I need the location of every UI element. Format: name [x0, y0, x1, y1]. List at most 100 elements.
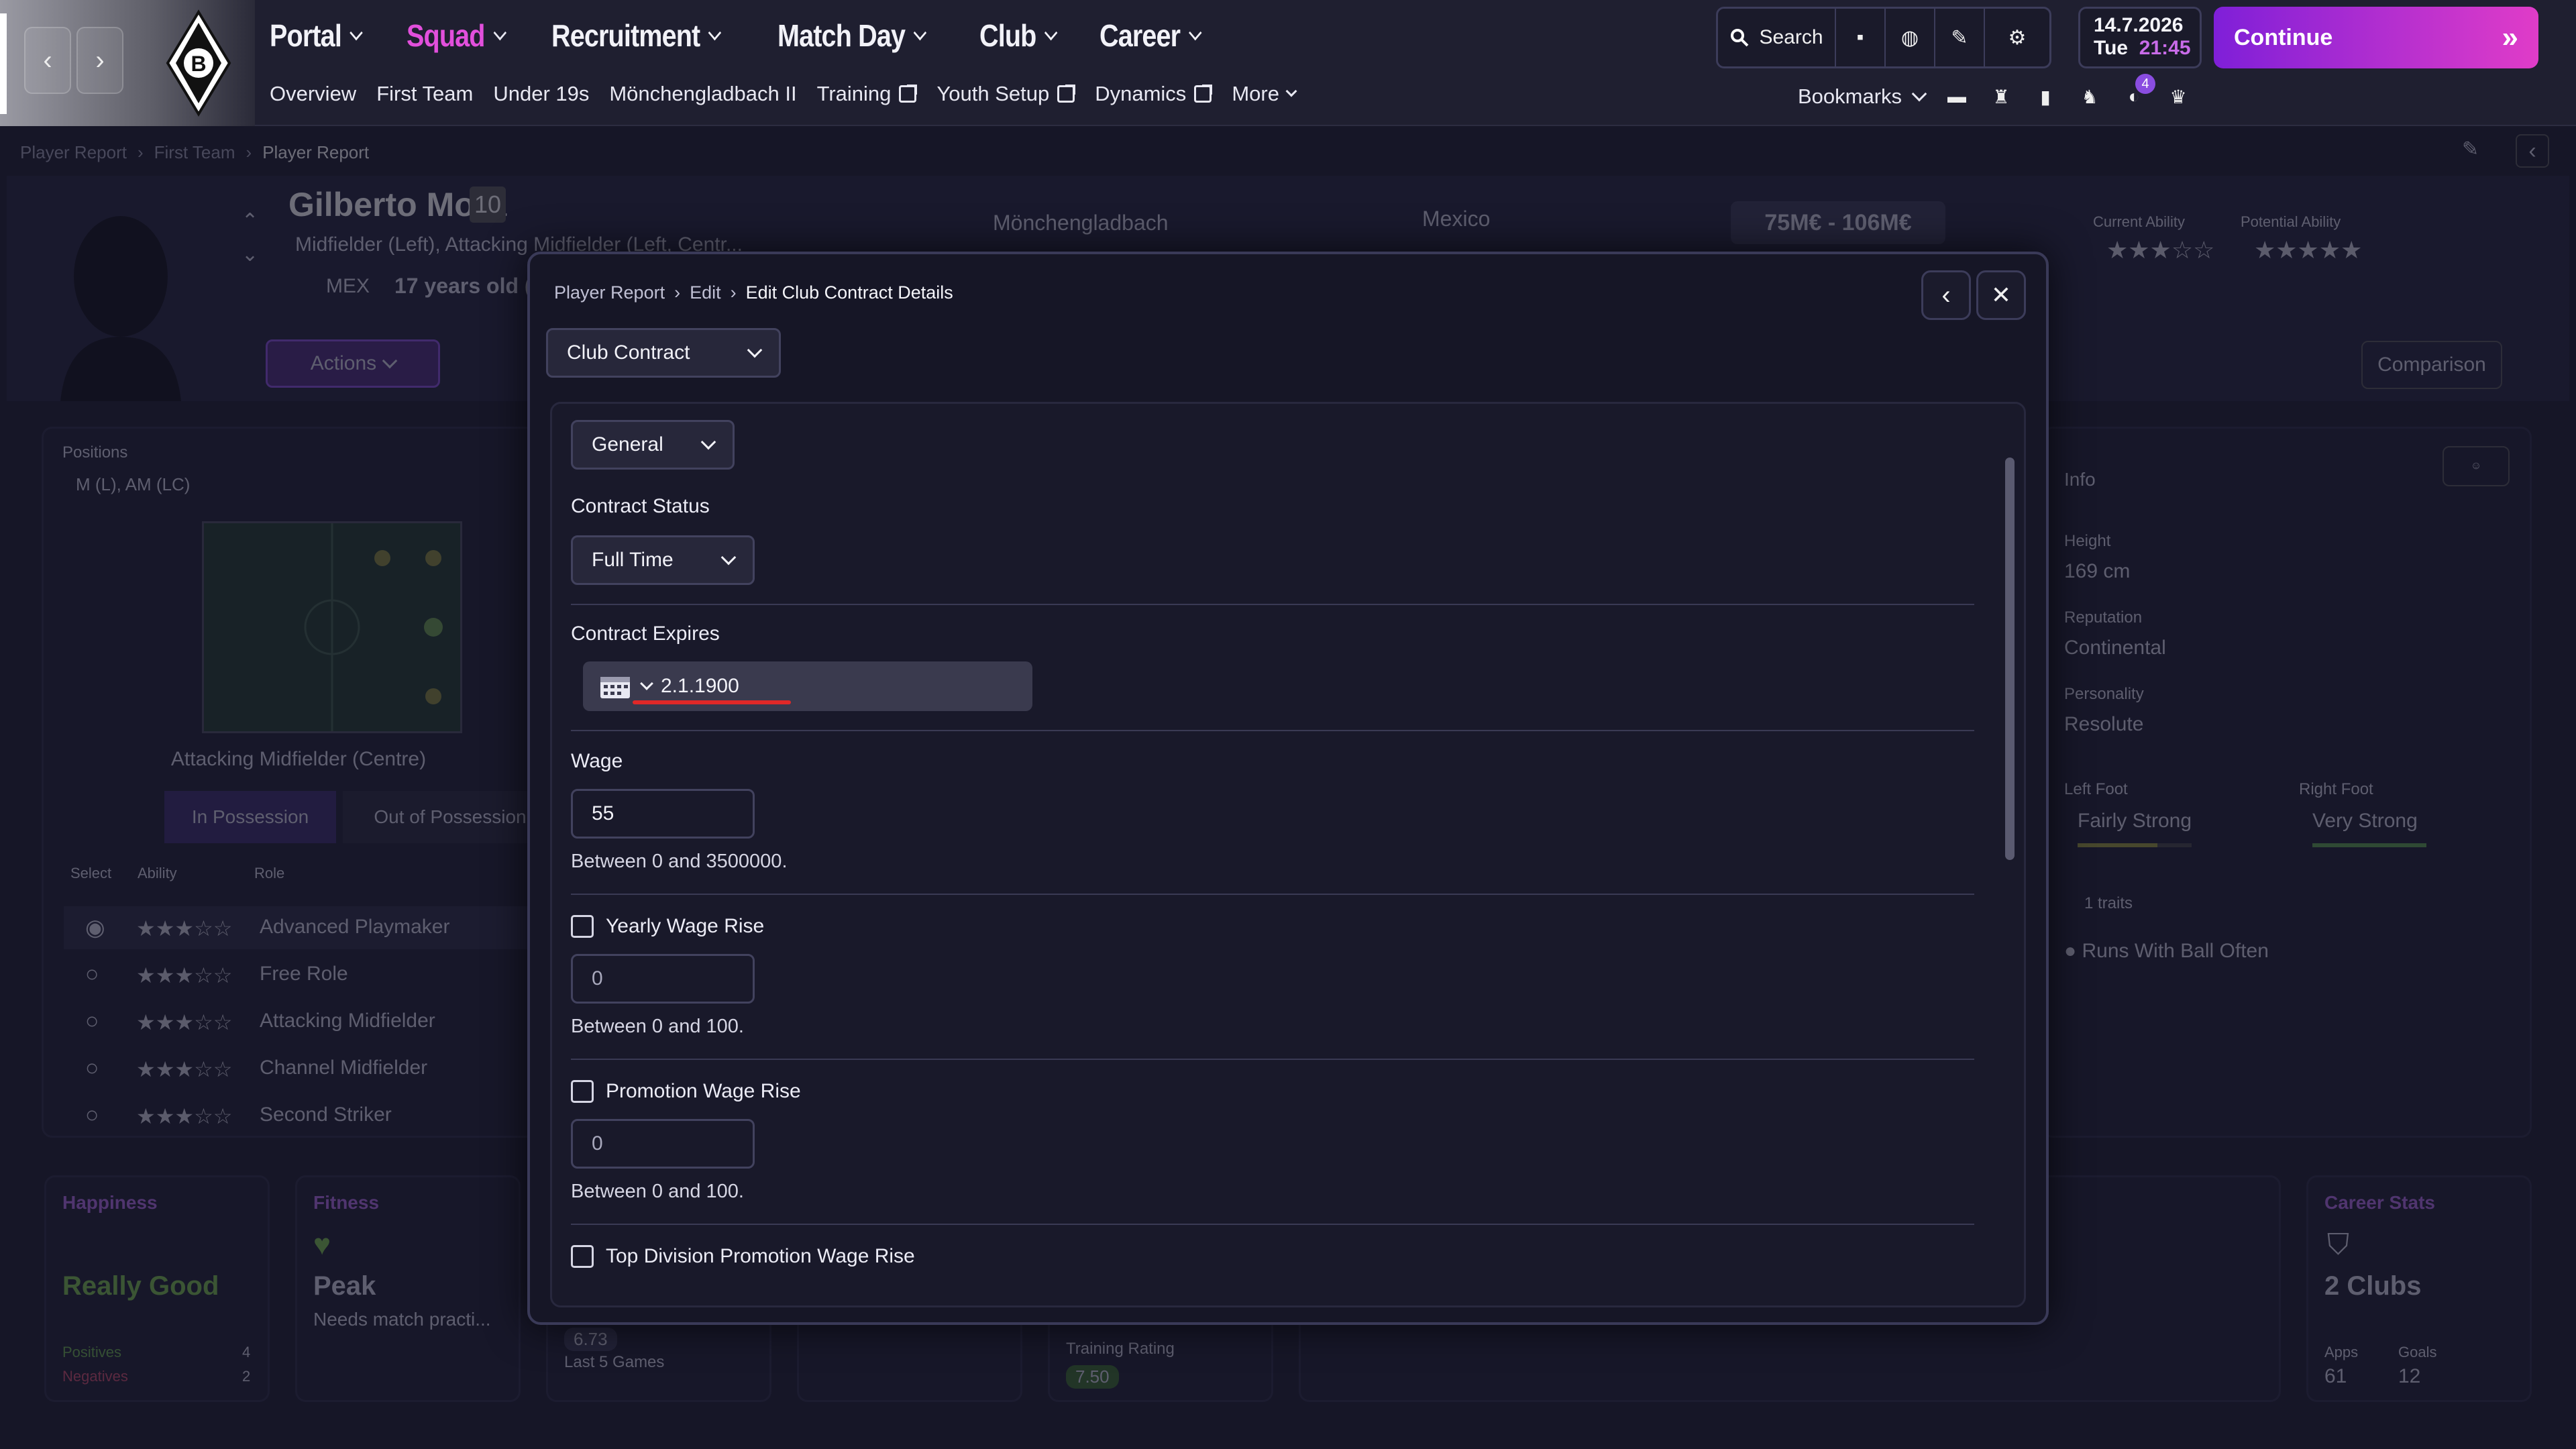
settings-button[interactable]: ⚙	[1985, 9, 2049, 66]
forward-button[interactable]: ›	[76, 27, 123, 94]
pencil-icon[interactable]: ✎	[2462, 138, 2479, 161]
submenu-first-team[interactable]: First Team	[376, 82, 473, 106]
role-stars: ★★★☆☆	[136, 1010, 233, 1034]
wage-input[interactable]: 55	[571, 789, 755, 839]
column-ability: Ability	[138, 865, 177, 881]
fitness-card[interactable]: Fitness ♥ Peak Needs match practi...	[295, 1175, 521, 1402]
breadcrumb-item[interactable]: First Team	[154, 142, 235, 163]
date-display[interactable]: 14.7.2026 Tue 21:45	[2078, 7, 2202, 68]
contract-status-select[interactable]: Full Time	[571, 535, 755, 585]
tab-in-possession[interactable]: In Possession	[164, 791, 336, 843]
top-division-wage-rise-checkbox[interactable]	[571, 1245, 594, 1268]
back-button[interactable]: ‹	[24, 27, 71, 94]
dialog-close-button[interactable]: ✕	[1976, 270, 2026, 320]
radio-icon[interactable]: ○	[85, 961, 99, 987]
menu-recruitment[interactable]: Recruitment	[551, 17, 722, 54]
dialog-breadcrumb-item[interactable]: Player Report	[554, 282, 665, 303]
trophy-icon[interactable]: ♛	[2166, 85, 2190, 109]
positives-count: 4	[242, 1344, 251, 1360]
chevron-down-icon	[747, 342, 763, 358]
radio-icon[interactable]: ○	[85, 1008, 99, 1034]
edit-contract-dialog: Player Report › Edit › Edit Club Contract …	[527, 252, 2049, 1325]
edit-button[interactable]: ✎	[1935, 9, 1985, 66]
chat-icon[interactable]: ▬	[1945, 85, 1969, 109]
right-foot-label: Right Foot	[2299, 780, 2373, 798]
submenu-dynamics[interactable]: Dynamics	[1095, 82, 1213, 106]
search-button[interactable]: Search	[1718, 9, 1836, 66]
positions-text: M (L), AM (LC)	[76, 474, 191, 494]
chevron-down-icon	[708, 25, 722, 41]
continue-button[interactable]: Continue »	[2214, 7, 2538, 68]
submenu-reserves[interactable]: Mönchengladbach II	[609, 82, 796, 106]
positions-title: Positions	[62, 443, 128, 462]
submenu-training[interactable]: Training	[816, 82, 918, 106]
breadcrumb: Player Report › First Team › Player Report	[20, 142, 370, 163]
submenu-more[interactable]: More	[1232, 82, 1297, 106]
chevron-down-icon[interactable]	[640, 677, 653, 690]
training-label: Training Rating	[1066, 1340, 1175, 1358]
inbox-icon: ▪	[1856, 26, 1864, 48]
section-dropdown[interactable]: Club Contract	[546, 328, 781, 378]
external-link-icon	[1194, 85, 1213, 103]
negatives-count: 2	[242, 1368, 251, 1385]
radio-icon[interactable]: ○	[85, 1102, 99, 1128]
subsection-dropdown[interactable]: General	[571, 420, 735, 470]
globe-button[interactable]: ◍	[1886, 9, 1935, 66]
fitness-note: Needs match practi...	[313, 1309, 491, 1330]
yearly-wage-rise-input[interactable]: 0	[571, 954, 755, 1004]
person-icon[interactable]: ☺	[2443, 446, 2510, 486]
happiness-card[interactable]: Happiness Really Good Positives 4 Negati…	[44, 1175, 270, 1402]
actions-label: Actions	[310, 352, 377, 374]
rating-label: Last 5 Games	[564, 1353, 665, 1371]
player-age: 17 years old (1	[394, 274, 544, 298]
time-text: 21:45	[2139, 37, 2191, 59]
shirt-icon[interactable]: ♜	[1989, 85, 2013, 109]
wage-value: 55	[592, 802, 614, 824]
column-role: Role	[254, 865, 285, 881]
comparison-button[interactable]: Comparison	[2361, 341, 2502, 389]
menu-squad[interactable]: Squad	[407, 17, 507, 54]
submenu-under-19s[interactable]: Under 19s	[493, 82, 589, 106]
menu-career[interactable]: Career	[1099, 17, 1201, 54]
submenu-overview[interactable]: Overview	[270, 82, 356, 106]
inbox-button[interactable]: ▪	[1836, 9, 1886, 66]
chevron-up-icon[interactable]: ⌃	[241, 209, 258, 233]
right-foot-value: Very Strong	[2312, 810, 2418, 832]
divider	[571, 894, 1974, 895]
promotion-wage-rise-input[interactable]: 0	[571, 1119, 755, 1169]
nation-code: MEX	[326, 275, 370, 297]
chevron-down-icon[interactable]: ⌄	[241, 243, 258, 266]
career-stats-card[interactable]: Career Stats ⛉ 2 Clubs Apps Goals 61 12	[2306, 1175, 2532, 1402]
yearly-wage-rise-checkbox[interactable]	[571, 915, 594, 938]
promotion-wage-rise-checkbox[interactable]	[571, 1080, 594, 1103]
continue-label: Continue	[2234, 24, 2333, 50]
news-icon[interactable]: ▮	[2033, 85, 2057, 109]
chevron-down-icon	[700, 434, 716, 450]
radio-icon[interactable]: ○	[85, 1055, 99, 1081]
menu-club[interactable]: Club	[979, 17, 1058, 54]
submenu-label: Training	[816, 82, 892, 105]
menu-portal[interactable]: Portal	[270, 17, 364, 54]
actions-button[interactable]: Actions	[266, 339, 440, 388]
date-text: 14.7.2026	[2094, 14, 2184, 36]
club-crest-icon[interactable]: B	[165, 9, 232, 117]
divider	[571, 604, 1974, 605]
submenu-youth-setup[interactable]: Youth Setup	[936, 82, 1076, 106]
bookmarks-label: Bookmarks	[1798, 85, 1902, 108]
bookmarks-dropdown[interactable]: Bookmarks	[1798, 85, 1927, 109]
notifications-icon[interactable]: ◐ 4	[2122, 74, 2156, 109]
dialog-back-button[interactable]: ‹	[1921, 270, 1971, 320]
role-stars: ★★★☆☆	[136, 963, 233, 987]
scrollbar[interactable]	[2005, 458, 2015, 860]
dialog-breadcrumb-item[interactable]: Edit	[690, 282, 721, 303]
breadcrumb-item[interactable]: Player Report	[20, 142, 127, 163]
right-foot-bar	[2312, 843, 2426, 847]
contract-status-label: Contract Status	[571, 495, 710, 517]
radio-selected-icon[interactable]: ◉	[85, 914, 105, 941]
tab-out-of-possession[interactable]: Out of Possession	[343, 791, 557, 843]
scout-icon[interactable]: ♞	[2078, 85, 2102, 109]
calendar-icon[interactable]	[599, 673, 631, 700]
menu-match-day[interactable]: Match Day	[777, 17, 927, 54]
collapse-button[interactable]: ‹	[2516, 134, 2549, 168]
role-stars: ★★★☆☆	[136, 1057, 233, 1081]
